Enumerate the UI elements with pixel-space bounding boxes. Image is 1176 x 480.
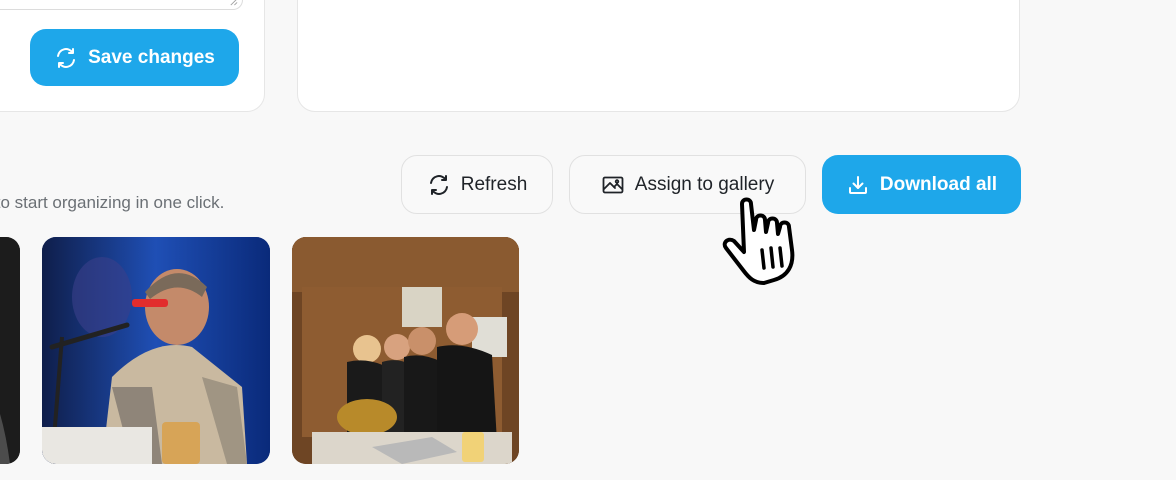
download-all-label: Download all — [879, 173, 998, 195]
save-changes-button[interactable]: Save changes — [30, 29, 239, 86]
resize-handle-icon[interactable] — [229, 0, 238, 6]
download-icon — [846, 173, 870, 197]
refresh-label: Refresh — [460, 173, 528, 195]
photo-thumbnail[interactable] — [42, 237, 270, 464]
description-textarea[interactable] — [0, 0, 243, 10]
gallery-helper-text: Select photos to start organizing in one… — [0, 193, 225, 212]
image-icon — [601, 173, 625, 197]
preview-card — [297, 0, 1020, 112]
hand-pointer-icon — [722, 197, 795, 285]
download-all-button[interactable]: Download all — [822, 155, 1021, 214]
photo-thumbnail[interactable] — [292, 237, 519, 464]
app-root: Save changes Refresh Assign to gallery D… — [0, 0, 1176, 480]
save-changes-label: Save changes — [88, 46, 215, 68]
refresh-icon — [54, 46, 78, 70]
refresh-button[interactable]: Refresh — [401, 155, 553, 214]
photo-thumbnail[interactable] — [0, 237, 20, 464]
refresh-icon — [427, 173, 451, 197]
